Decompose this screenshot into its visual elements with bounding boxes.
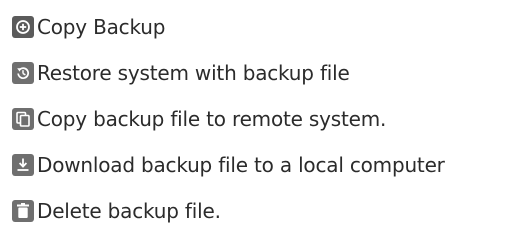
delete-icon[interactable]	[12, 200, 34, 222]
legend-label-copy-backup: Copy Backup	[37, 15, 166, 39]
legend-label-download: Download backup file to a local computer	[37, 153, 445, 177]
legend-item-delete: Delete backup file.	[12, 198, 517, 224]
icon-legend: Copy Backup Restore system with backup f…	[12, 14, 517, 224]
legend-item-download: Download backup file to a local computer	[12, 152, 517, 178]
legend-label-copy-remote: Copy backup file to remote system.	[37, 107, 387, 131]
legend-label-restore: Restore system with backup file	[37, 61, 350, 85]
legend-item-copy-backup: Copy Backup	[12, 14, 517, 40]
download-icon[interactable]	[12, 154, 34, 176]
legend-item-restore: Restore system with backup file	[12, 60, 517, 86]
legend-label-delete: Delete backup file.	[37, 199, 221, 223]
restore-icon[interactable]	[12, 62, 34, 84]
copy-backup-icon[interactable]	[12, 16, 34, 38]
legend-item-copy-remote: Copy backup file to remote system.	[12, 106, 517, 132]
copy-remote-icon[interactable]	[12, 108, 34, 130]
